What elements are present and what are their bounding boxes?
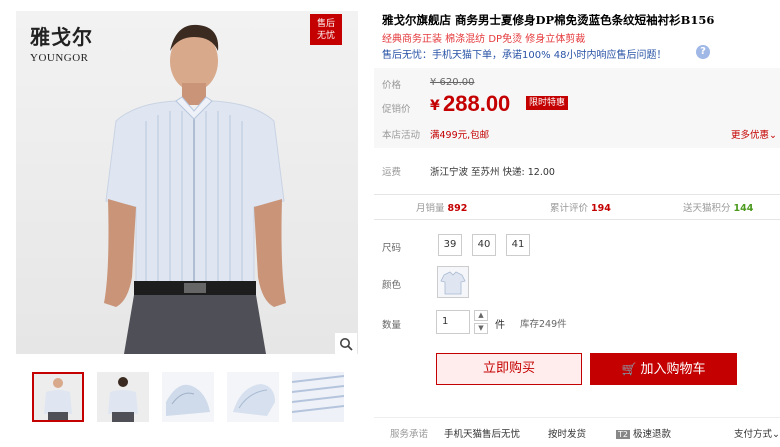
original-price: ¥ 620.00 xyxy=(430,77,475,88)
promo-price-label: 促销价 xyxy=(382,104,411,115)
payment-methods-label: 支付方式 xyxy=(734,429,773,440)
chevron-down-icon: ⌄ xyxy=(772,429,780,440)
monthly-sales-value: 892 xyxy=(447,203,468,214)
currency-symbol: ¥ xyxy=(430,98,440,114)
brand-logo-en: YOUNGOR xyxy=(30,52,89,64)
refund-icon: T2 xyxy=(616,430,630,439)
product-promo-line: 经典商务正装 棉涤混纺 DP免烫 修身立体剪裁 xyxy=(382,34,586,45)
shirt-swatch-image xyxy=(440,271,466,295)
size-option-39[interactable]: 39 xyxy=(438,234,462,256)
thumbnail-collar-detail[interactable] xyxy=(162,372,214,422)
service-line[interactable]: 售后无忧：手机天猫下单，承诺100% 48小时内响应售后问题！ xyxy=(382,46,667,61)
divider xyxy=(374,417,780,418)
guarantee-ontime[interactable]: 按时发货 xyxy=(548,426,586,440)
tmall-points-label: 送天猫积分 xyxy=(683,203,731,214)
tmall-points-value: 144 xyxy=(733,203,754,214)
color-option-blue-stripe[interactable] xyxy=(437,266,469,298)
aftersale-badge: 售后无忧 xyxy=(310,14,342,45)
add-to-cart-label: 加入购物车 xyxy=(640,362,706,377)
thumbnail-image xyxy=(292,372,344,422)
monthly-sales-label: 月销量 xyxy=(416,203,445,214)
more-promos-label: 更多优惠 xyxy=(731,130,770,141)
store-activity: 满499元,包邮 xyxy=(430,130,490,141)
thumbnail-image xyxy=(97,372,149,422)
buy-now-button[interactable]: 立即购买 xyxy=(436,353,582,385)
thumbnail-model-front[interactable] xyxy=(32,372,84,422)
review-count[interactable]: 累计评价 194 xyxy=(550,200,611,214)
brand-logo: 雅戈尔 xyxy=(30,25,93,49)
thumbnail-image xyxy=(34,374,82,420)
quantity-decrease-button[interactable]: ▼ xyxy=(474,323,488,334)
thumbnail-image xyxy=(162,372,214,422)
aftersale-badge-text: 售后无忧 xyxy=(316,18,335,41)
quantity-input[interactable]: 1 xyxy=(436,310,470,334)
thumbnail-image xyxy=(227,372,279,422)
guarantee-refund[interactable]: T2 极速退款 xyxy=(616,426,671,440)
price-label: 价格 xyxy=(382,80,402,91)
refund-label: 极速退款 xyxy=(633,429,672,440)
magnifier-icon xyxy=(340,338,353,351)
thumbnail-stripe-detail[interactable] xyxy=(292,372,344,422)
thumbnail-fabric-detail[interactable] xyxy=(227,372,279,422)
shipping-text: 浙江宁波 至苏州 快递: 12.00 xyxy=(430,167,555,178)
promo-price: 288.00 xyxy=(443,91,511,116)
activity-label: 本店活动 xyxy=(382,130,421,141)
guarantee-aftersale[interactable]: 手机天猫售后无忧 xyxy=(444,426,520,440)
help-icon[interactable]: ? xyxy=(696,45,710,59)
quantity-unit: 件 xyxy=(495,320,505,331)
payment-methods[interactable]: 支付方式⌄ xyxy=(734,426,780,440)
quantity-label: 数量 xyxy=(382,320,402,331)
product-title: 雅戈尔旗舰店 商务男士夏修身DP棉免烫蓝色条纹短袖衬衫B156 xyxy=(382,13,715,27)
monthly-sales: 月销量 892 xyxy=(416,200,467,214)
size-label: 尺码 xyxy=(382,243,402,254)
tmall-points: 送天猫积分 144 xyxy=(683,200,753,214)
size-option-40[interactable]: 40 xyxy=(472,234,496,256)
chevron-down-icon: ⌄ xyxy=(769,130,777,141)
quantity-increase-button[interactable]: ▲ xyxy=(474,310,488,321)
add-to-cart-button[interactable]: 🛒 加入购物车 xyxy=(590,353,737,385)
review-count-label: 累计评价 xyxy=(550,203,589,214)
review-count-value: 194 xyxy=(591,203,611,214)
shipping-info[interactable]: 浙江宁波 至苏州 快递: 12.00 xyxy=(430,164,555,178)
thumbnail-model-back[interactable] xyxy=(97,372,149,422)
size-option-41[interactable]: 41 xyxy=(506,234,530,256)
shipping-label: 运费 xyxy=(382,167,402,178)
more-promos-link[interactable]: 更多优惠⌄ xyxy=(731,127,777,141)
cart-icon: 🛒 xyxy=(621,362,637,376)
color-label: 颜色 xyxy=(382,280,402,291)
guarantee-label: 服务承诺 xyxy=(390,429,429,440)
stock-count: 库存249件 xyxy=(520,319,567,330)
zoom-button[interactable] xyxy=(335,333,357,355)
sale-badge: 限时特惠 xyxy=(526,96,569,110)
